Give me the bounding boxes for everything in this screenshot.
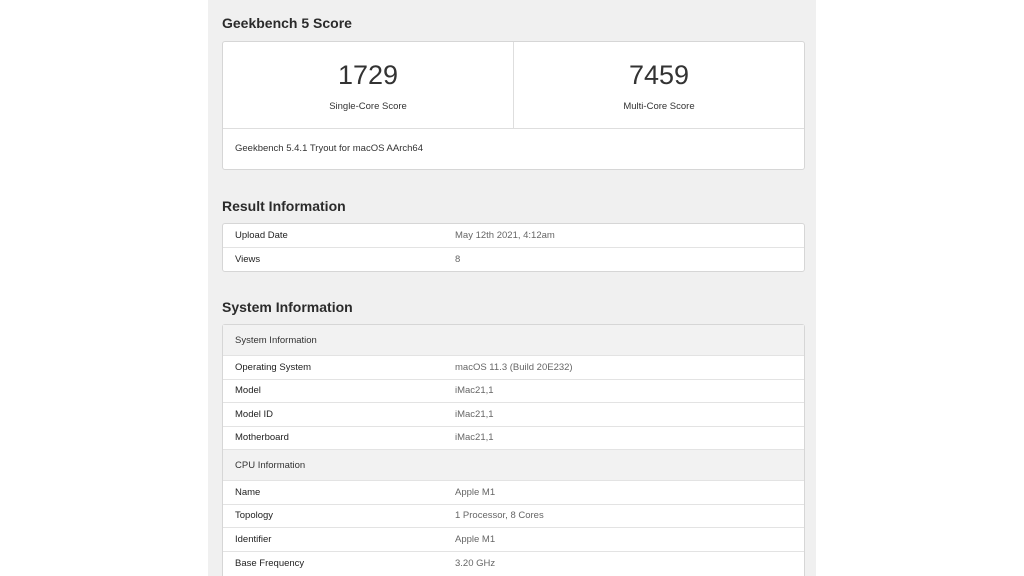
benchmark-version: Geekbench 5.4.1 Tryout for macOS AArch64 (235, 143, 423, 154)
group-heading-cpu: CPU Information (223, 450, 804, 481)
row-key: Motherboard (235, 432, 289, 444)
table-row: Name Apple M1 (223, 481, 804, 505)
table-row: Upload Date May 12th 2021, 4:12am (223, 224, 804, 248)
row-value: 3.20 GHz (455, 557, 496, 569)
scores-row: 1729 Single-Core Score 7459 Multi-Core S… (223, 42, 804, 129)
multi-core-cell: 7459 Multi-Core Score (513, 42, 804, 128)
row-key: Identifier (235, 533, 272, 545)
table-row: Base Frequency 3.20 GHz (223, 552, 804, 576)
row-key: Views (235, 253, 261, 265)
row-key: Model (235, 385, 261, 397)
row-value: 1 Processor, 8 Cores (455, 510, 544, 522)
geekbench-result-page: Geekbench 5 Score 1729 Single-Core Score… (208, 0, 816, 576)
system-section-title: System Information (222, 299, 353, 315)
row-key: Model ID (235, 408, 274, 420)
table-row: Views 8 (223, 248, 804, 272)
row-value: May 12th 2021, 4:12am (455, 229, 555, 241)
row-key: Topology (235, 510, 274, 522)
row-key: Operating System (235, 361, 312, 373)
table-row: Operating System macOS 11.3 (Build 20E23… (223, 356, 804, 380)
row-value: iMac21,1 (455, 408, 494, 420)
row-key: Upload Date (235, 229, 288, 241)
table-row: Motherboard iMac21,1 (223, 427, 804, 450)
result-info-table: Upload Date May 12th 2021, 4:12am Views … (222, 223, 805, 272)
table-row: Model iMac21,1 (223, 380, 804, 403)
group-heading-system: System Information (223, 325, 804, 356)
score-section-title: Geekbench 5 Score (222, 15, 352, 31)
multi-core-score: 7459 (628, 60, 690, 90)
table-row: Identifier Apple M1 (223, 528, 804, 552)
single-core-label: Single-Core Score (329, 101, 407, 112)
single-core-score: 1729 (337, 60, 399, 90)
row-value: Apple M1 (455, 486, 496, 498)
row-value: macOS 11.3 (Build 20E232) (455, 361, 573, 373)
row-key: Name (235, 486, 261, 498)
table-row: Model ID iMac21,1 (223, 403, 804, 427)
result-section-title: Result Information (222, 198, 346, 214)
score-card: 1729 Single-Core Score 7459 Multi-Core S… (222, 41, 805, 170)
table-row: Topology 1 Processor, 8 Cores (223, 505, 804, 528)
multi-core-label: Multi-Core Score (623, 101, 695, 112)
row-value: Apple M1 (455, 533, 496, 545)
row-value: iMac21,1 (455, 432, 494, 444)
row-value: iMac21,1 (455, 385, 494, 397)
system-info-table: System Information Operating System macO… (222, 324, 805, 576)
row-key: Base Frequency (235, 557, 305, 569)
row-value: 8 (455, 253, 461, 265)
single-core-cell: 1729 Single-Core Score (223, 42, 513, 128)
